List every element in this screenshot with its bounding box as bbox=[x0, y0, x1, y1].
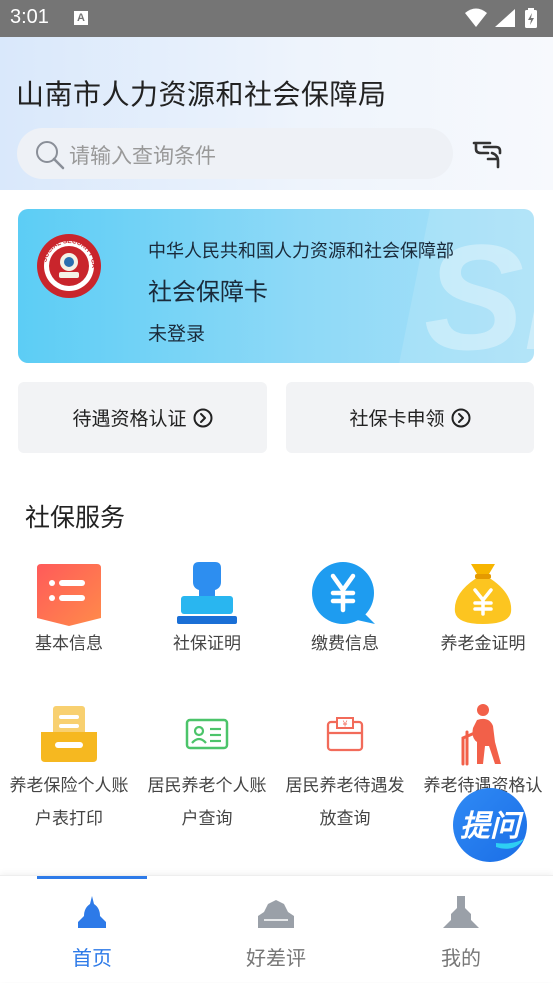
service-label: 居民养老个人账 bbox=[147, 776, 267, 796]
id-card-icon bbox=[173, 702, 241, 770]
notification-icon: A bbox=[74, 11, 88, 25]
service-label: 养老保险个人账 bbox=[9, 776, 129, 796]
battery-icon bbox=[525, 8, 537, 28]
section-title: 社保服务 bbox=[25, 503, 126, 532]
yuan-box-icon: ¥ bbox=[311, 702, 379, 770]
si-watermark-icon: SI bbox=[399, 209, 534, 363]
chevron-right-icon bbox=[193, 408, 213, 428]
nav-label: 好差评 bbox=[246, 946, 306, 970]
profile-tower-icon bbox=[443, 896, 479, 928]
ask-bubble-icon: 提问 bbox=[453, 788, 527, 862]
service-label: 基本信息 bbox=[35, 634, 103, 654]
printer-icon bbox=[35, 702, 103, 770]
card-org: 中华人民共和国人力资源和社会保障部 bbox=[148, 241, 454, 262]
search-input[interactable]: 请输入查询条件 bbox=[17, 128, 453, 179]
nav-home[interactable]: 首页 bbox=[32, 894, 152, 971]
signal-icon bbox=[495, 9, 515, 27]
search-placeholder: 请输入查询条件 bbox=[69, 144, 216, 168]
service-resident-payout-query[interactable]: ¥ 居民养老待遇发 放查询 bbox=[276, 702, 414, 836]
nav-mine[interactable]: 我的 bbox=[401, 894, 521, 971]
social-security-logo-icon: SOCIAL SECURITY CARD bbox=[36, 233, 101, 298]
service-label: 社保证明 bbox=[173, 634, 241, 654]
card-application-button[interactable]: 社保卡申领 bbox=[286, 382, 534, 453]
service-certificate[interactable]: 社保证明 bbox=[138, 560, 276, 660]
ask-question-button[interactable]: 提问 bbox=[452, 787, 532, 869]
service-label: 居民养老待遇发 bbox=[285, 776, 405, 796]
rating-palace-icon bbox=[258, 900, 294, 928]
yuan-chat-icon bbox=[311, 560, 379, 628]
info-list-icon bbox=[35, 560, 103, 628]
quick-action-label: 待遇资格认证 bbox=[72, 408, 187, 430]
svg-text:提问: 提问 bbox=[460, 809, 524, 844]
money-bag-icon bbox=[449, 560, 517, 628]
quick-action-label: 社保卡申领 bbox=[349, 408, 445, 430]
service-basic-info[interactable]: 基本信息 bbox=[0, 560, 138, 660]
nav-label: 我的 bbox=[441, 946, 481, 970]
service-payment-info[interactable]: 缴费信息 bbox=[276, 560, 414, 660]
service-label: 养老金证明 bbox=[440, 634, 526, 654]
status-icons bbox=[465, 8, 537, 28]
bottom-nav: 首页 好差评 我的 bbox=[0, 875, 553, 982]
status-time: 3:01 bbox=[10, 6, 49, 28]
card-title: 社会保障卡 bbox=[148, 278, 268, 306]
svg-text:SI: SI bbox=[424, 213, 534, 363]
service-resident-account-query[interactable]: 居民养老个人账 户查询 bbox=[138, 702, 276, 836]
status-bar: 3:01 A bbox=[0, 0, 553, 37]
service-pension-certificate[interactable]: 养老金证明 bbox=[414, 560, 552, 660]
nav-rating[interactable]: 好差评 bbox=[216, 894, 336, 971]
service-label: 缴费信息 bbox=[311, 634, 379, 654]
chevron-right-icon bbox=[451, 408, 471, 428]
login-status: 未登录 bbox=[148, 323, 206, 345]
service-pension-account-print[interactable]: 养老保险个人账 户表打印 bbox=[0, 702, 138, 836]
service-label-line2: 放查询 bbox=[319, 809, 371, 829]
stamp-icon bbox=[173, 560, 241, 628]
service-label-line2: 户表打印 bbox=[35, 809, 103, 829]
svg-text:¥: ¥ bbox=[342, 720, 347, 729]
service-label-line2: 户查询 bbox=[181, 809, 233, 829]
header: 山南市人力资源和社会保障局 请输入查询条件 bbox=[0, 37, 553, 190]
home-stupa-icon bbox=[78, 896, 106, 928]
benefit-qualification-button[interactable]: 待遇资格认证 bbox=[18, 382, 267, 453]
nav-label: 首页 bbox=[72, 946, 112, 970]
elderly-walker-icon bbox=[449, 702, 517, 770]
wifi-icon bbox=[465, 8, 487, 27]
tibetan-script-icon[interactable] bbox=[470, 135, 506, 171]
social-security-card[interactable]: SI SOCIAL SECURITY CARD 中华人民共和国人力资源和社会保障… bbox=[18, 209, 534, 363]
nav-indicator bbox=[37, 876, 147, 879]
search-icon bbox=[36, 141, 65, 170]
page-title: 山南市人力资源和社会保障局 bbox=[16, 78, 387, 111]
